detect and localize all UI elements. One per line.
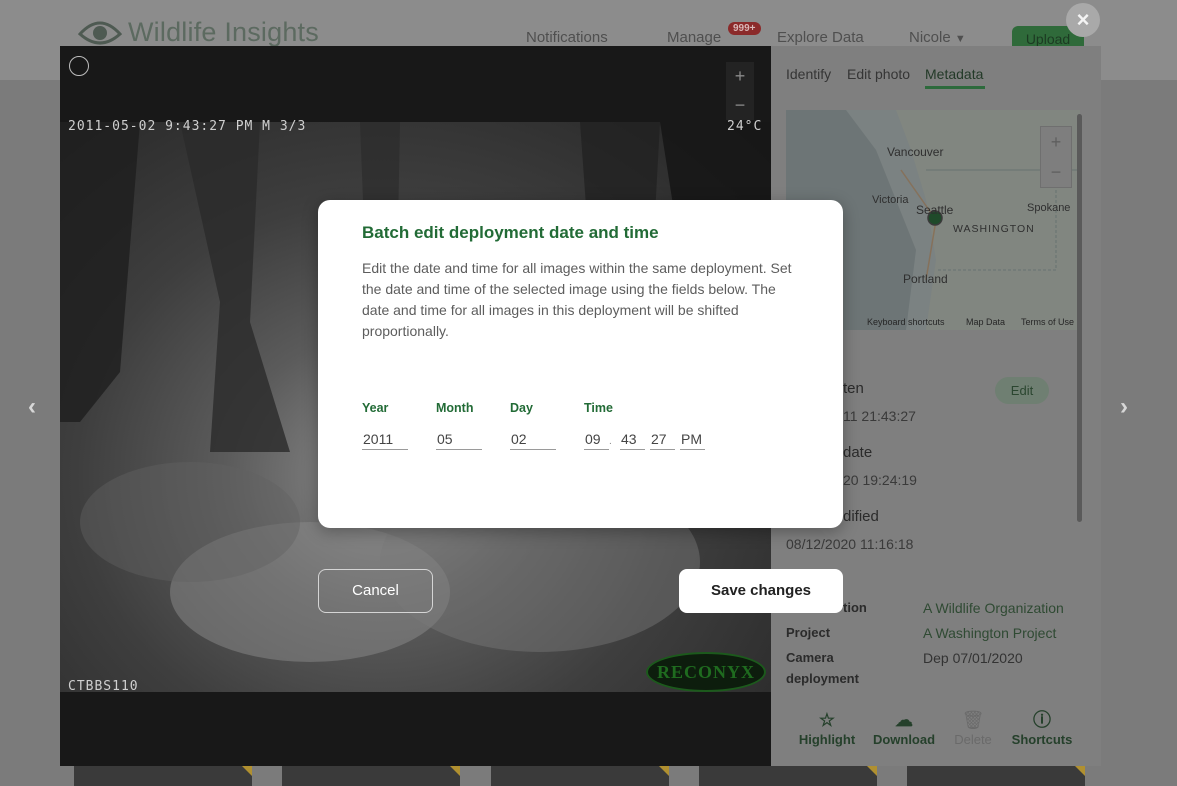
map-label: WASHINGTON	[953, 223, 1035, 235]
tab-identify[interactable]: Identify	[786, 66, 831, 82]
zoom-out-icon[interactable]: −	[726, 91, 754, 120]
map-label: Victoria	[872, 194, 909, 206]
nav-user-menu[interactable]: Nicole ▼	[909, 29, 966, 46]
deployment-label: Camera	[786, 650, 834, 665]
cloud-download-icon: ☁	[895, 710, 913, 730]
action-label: Highlight	[798, 732, 856, 747]
minute-input[interactable]: 43	[620, 429, 645, 450]
modified-date-value: 08/12/2020 11:16:18	[786, 536, 914, 552]
organization-label: tion	[843, 600, 867, 615]
map-zoom-control: + −	[1040, 126, 1072, 188]
hour-input[interactable]: 09	[584, 429, 609, 450]
zoom-in-icon[interactable]: +	[726, 62, 754, 91]
map-footer-link[interactable]: Map Data	[966, 317, 1005, 327]
close-icon[interactable]: ×	[1066, 3, 1100, 37]
thumbnail[interactable]	[491, 766, 669, 786]
logo-text: Wildlife Insights	[128, 16, 319, 47]
map-zoom-in-icon[interactable]: +	[1041, 127, 1071, 157]
day-label: Day	[510, 401, 533, 415]
deployment-value: Dep 07/01/2020	[923, 650, 1023, 666]
map-label: Seattle	[916, 203, 954, 217]
tab-metadata[interactable]: Metadata	[925, 66, 983, 82]
date-taken-label: ten	[843, 380, 864, 397]
map-label: Vancouver	[887, 145, 944, 159]
action-label: Delete	[954, 732, 992, 747]
cancel-button[interactable]: Cancel	[318, 569, 433, 613]
download-button[interactable]: ☁ Download	[864, 708, 944, 747]
nav-notifications[interactable]: Notifications	[526, 29, 608, 46]
time-label: Time	[584, 401, 613, 415]
map-footer-link[interactable]: Keyboard shortcuts	[867, 317, 945, 327]
trash-icon: 🗑	[961, 710, 985, 730]
highlight-button[interactable]: ☆ Highlight	[787, 708, 867, 747]
photo-timestamp: 2011-05-02 9:43:27 PM M 3/3	[68, 119, 307, 134]
delete-button[interactable]: 🗑 Delete	[933, 708, 1013, 747]
shortcuts-button[interactable]: ⓘ Shortcuts	[1002, 708, 1082, 747]
map-label: Portland	[903, 272, 948, 286]
map-footer-link[interactable]: Terms of Use	[1021, 317, 1074, 327]
action-label: Download	[872, 732, 936, 747]
star-icon: ☆	[818, 710, 836, 730]
save-changes-button[interactable]: Save changes	[679, 569, 843, 613]
tab-edit-photo[interactable]: Edit photo	[847, 66, 910, 82]
user-name: Nicole	[909, 29, 951, 46]
project-label: Project	[786, 625, 831, 640]
edit-date-button[interactable]: Edit	[995, 377, 1049, 404]
thumbnail[interactable]	[282, 766, 460, 786]
action-label: Shortcuts	[1011, 732, 1073, 747]
panel-scrollbar[interactable]	[1077, 114, 1082, 522]
time-separator: .	[609, 436, 612, 447]
month-label: Month	[436, 401, 474, 415]
year-input[interactable]: 2011	[362, 429, 408, 450]
ampm-input[interactable]: PM	[680, 429, 705, 450]
next-image-icon[interactable]: ›	[1120, 393, 1128, 421]
previous-image-icon[interactable]: ‹	[28, 393, 36, 421]
map-label: Spokane	[1027, 202, 1071, 214]
chevron-down-icon: ▼	[954, 33, 966, 45]
dialog-description: Edit the date and time for all images wi…	[362, 260, 792, 339]
active-tab-indicator	[925, 86, 985, 89]
upload-date-label: date	[843, 444, 873, 461]
manage-badge: 999+	[728, 22, 761, 35]
date-taken-value: 11 21:43:27	[843, 408, 916, 424]
deployment-label: deployment	[786, 671, 859, 686]
photo-temperature: 24°C	[727, 119, 763, 134]
dialog-title: Batch edit deployment date and time	[362, 223, 659, 242]
select-circle-icon[interactable]	[69, 56, 89, 76]
modified-date-label: dified	[843, 508, 879, 525]
info-icon: ⓘ	[1033, 710, 1051, 730]
month-input[interactable]: 05	[436, 429, 482, 450]
second-input[interactable]: 27	[650, 429, 675, 450]
organization-value[interactable]: A Wildlife Organization	[923, 600, 1064, 616]
year-label: Year	[362, 401, 389, 415]
viewer-zoom-control: + −	[726, 62, 754, 120]
map-zoom-out-icon[interactable]: −	[1041, 157, 1071, 187]
nav-explore-data[interactable]: Explore Data	[777, 29, 864, 46]
photo-camera-id: CTBBS110	[68, 679, 139, 694]
upload-date-value: 20 19:24:19	[843, 472, 917, 488]
project-value[interactable]: A Washington Project	[923, 625, 1056, 641]
thumbnail[interactable]	[74, 766, 252, 786]
thumbnail[interactable]	[699, 766, 877, 786]
day-input[interactable]: 02	[510, 429, 556, 450]
thumbnail[interactable]	[907, 766, 1085, 786]
batch-edit-dialog: Batch edit deployment date and time Edit…	[318, 200, 843, 528]
nav-manage[interactable]: Manage	[667, 29, 721, 46]
reconyx-watermark: RECONYX	[646, 652, 766, 692]
